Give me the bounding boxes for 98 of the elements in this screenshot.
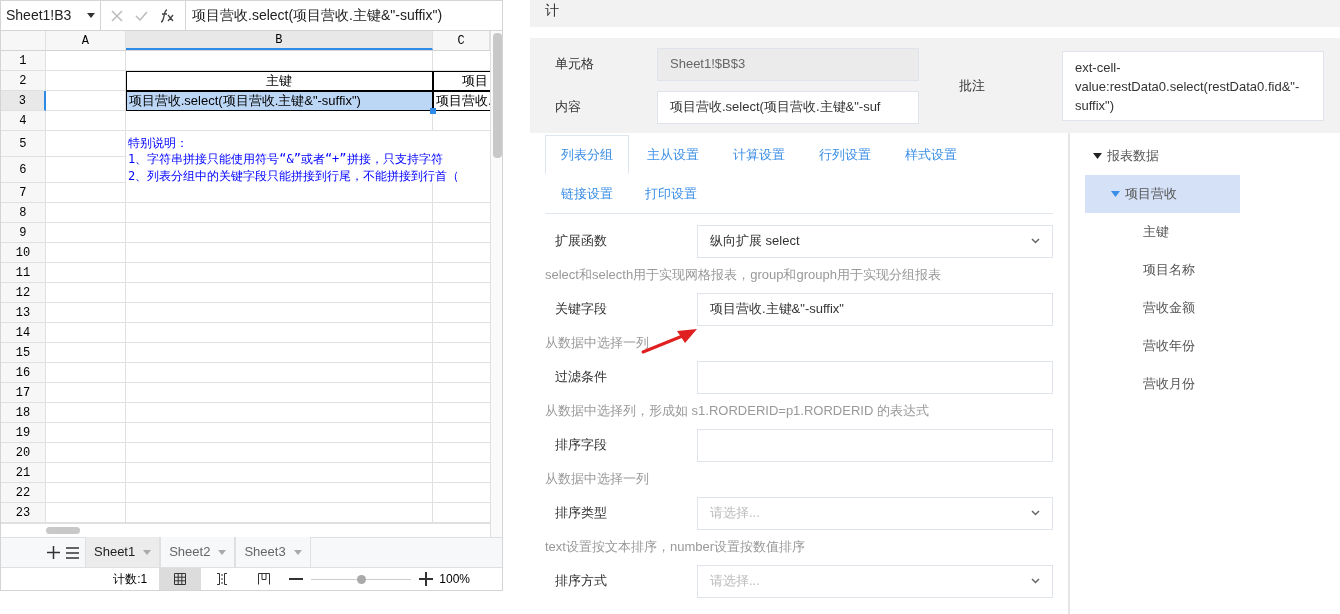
zoom-slider[interactable] xyxy=(311,574,412,584)
plus-icon[interactable] xyxy=(419,572,434,586)
tab[interactable]: 链接设置 xyxy=(545,174,629,213)
tab[interactable]: 打印设置 xyxy=(629,174,713,213)
field-label: 扩展函数 xyxy=(554,232,608,251)
row-header[interactable]: 6 xyxy=(1,157,46,183)
row-header[interactable]: 7 xyxy=(1,183,46,203)
row-header[interactable]: 20 xyxy=(1,443,46,463)
page-layout-icon xyxy=(258,573,271,585)
field-label: 单元格 xyxy=(555,55,595,74)
panel-title: 计 xyxy=(545,1,559,20)
zoom-reading: 100% xyxy=(439,571,470,588)
tree-item[interactable]: 报表数据 xyxy=(1085,137,1240,175)
chevron-icon xyxy=(1031,510,1040,516)
field-label: 排序字段 xyxy=(554,436,608,455)
tree-item[interactable]: 项目营收 xyxy=(1085,175,1240,213)
field-label: 关键字段 xyxy=(554,300,608,319)
field-label: 过滤条件 xyxy=(554,368,608,387)
caret-icon xyxy=(143,549,152,555)
note-text: 特别说明： xyxy=(128,135,188,151)
sheet-tab[interactable]: Sheet2 xyxy=(160,537,236,567)
hint-text: 从数据中选择列，形成如 s1.RORDERID=p1.RORDERID 的表达式 xyxy=(545,402,929,421)
column-header[interactable]: C xyxy=(433,31,490,50)
name-box[interactable]: Sheet1!B3 xyxy=(1,1,101,30)
row-header[interactable]: 13 xyxy=(1,303,46,323)
row-header[interactable]: 17 xyxy=(1,383,46,403)
input-field[interactable] xyxy=(697,360,1053,394)
tree-item[interactable]: 项目名称 xyxy=(1085,251,1240,289)
select-field[interactable]: 纵向扩展 select xyxy=(697,224,1053,258)
caret-icon xyxy=(293,549,302,555)
row-header[interactable]: 11 xyxy=(1,263,46,283)
column-header[interactable]: B xyxy=(125,31,434,50)
tab[interactable]: 样式设置 xyxy=(889,135,973,174)
row-header[interactable]: 12 xyxy=(1,283,46,303)
row-header[interactable]: 5 xyxy=(1,131,46,157)
hint-text: text设置按文本排序，number设置按数值排序 xyxy=(545,538,806,557)
input-field[interactable]: 项目营收.主键&"-suffix" xyxy=(697,292,1053,326)
field-label: 排序类型 xyxy=(554,504,608,523)
fill-handle[interactable] xyxy=(430,108,437,114)
note-text: 2、列表分组中的关键字段只能拼接到行尾，不能拼接到行首（ xyxy=(128,168,460,184)
row-header[interactable]: 21 xyxy=(1,463,46,483)
tab[interactable]: 行列设置 xyxy=(803,135,887,174)
function-icon[interactable] xyxy=(160,8,175,23)
content-field[interactable]: 项目营收.select(项目营收.主键&"-suf xyxy=(657,90,919,124)
row-header[interactable]: 8 xyxy=(1,203,46,223)
caret-icon xyxy=(218,549,227,555)
table-cell[interactable]: 主键 xyxy=(125,71,434,91)
tab[interactable]: 列表分组 xyxy=(545,135,629,174)
count-label: 计数:1 xyxy=(113,571,148,588)
scrollbar-thumb[interactable] xyxy=(46,527,80,534)
row-header[interactable]: 9 xyxy=(1,223,46,243)
input-field[interactable] xyxy=(697,428,1053,462)
field-label: 批注 xyxy=(959,76,986,95)
tree-item[interactable]: 营收金额 xyxy=(1085,289,1240,327)
field-label: 内容 xyxy=(555,98,582,117)
row-header[interactable]: 16 xyxy=(1,363,46,383)
row-header[interactable]: 10 xyxy=(1,243,46,263)
minus-icon[interactable] xyxy=(289,578,304,580)
page-break-icon xyxy=(216,573,229,585)
checkmark-icon[interactable] xyxy=(135,10,148,21)
table-cell[interactable]: 项目 xyxy=(433,71,490,91)
formula-field[interactable]: 项目营收.select(项目营收.主键&"-suffix") xyxy=(185,1,502,30)
row-header[interactable]: 23 xyxy=(1,503,46,523)
caret-icon xyxy=(87,13,95,18)
tab[interactable]: 主从设置 xyxy=(631,135,715,174)
cell-field: Sheet1!$B$3 xyxy=(657,47,919,81)
tree-item[interactable]: 主键 xyxy=(1085,213,1240,251)
row-header[interactable]: 1 xyxy=(1,51,46,71)
row-header[interactable]: 4 xyxy=(1,111,46,131)
tree-item[interactable]: 营收月份 xyxy=(1085,365,1240,403)
row-header[interactable]: 15 xyxy=(1,343,46,363)
row-header[interactable]: 22 xyxy=(1,483,46,503)
corner-cell[interactable] xyxy=(1,31,46,50)
row-header[interactable]: 14 xyxy=(1,323,46,343)
chevron-icon xyxy=(1031,238,1040,244)
tab[interactable]: 计算设置 xyxy=(717,135,801,174)
hint-text: select和selecth用于实现网格报表，group和grouph用于实现分组报表 xyxy=(545,266,941,285)
row-header[interactable]: 18 xyxy=(1,403,46,423)
table-cell[interactable]: 项目营收. xyxy=(433,91,490,111)
expanded-icon[interactable] xyxy=(1093,153,1102,159)
tree-item[interactable]: 营收年份 xyxy=(1085,327,1240,365)
scrollbar-thumb[interactable] xyxy=(493,33,502,158)
row-header[interactable]: 19 xyxy=(1,423,46,443)
menu-icon[interactable] xyxy=(66,546,79,559)
chevron-icon xyxy=(1031,578,1040,584)
grid-icon xyxy=(174,573,187,585)
comment-field[interactable]: ext-cell-value:restData0.select(restData0.fid&"-suffix") xyxy=(1062,50,1324,121)
view-button[interactable] xyxy=(159,567,202,590)
sheet-tab[interactable]: Sheet1 xyxy=(85,537,161,567)
column-header[interactable]: A xyxy=(45,31,126,50)
row-header[interactable]: 3 xyxy=(1,91,46,111)
sheet-tab[interactable]: Sheet3 xyxy=(235,537,311,567)
cancel-icon[interactable] xyxy=(111,9,123,22)
row-header[interactable]: 2 xyxy=(1,71,46,91)
field-label: 排序方式 xyxy=(554,572,608,591)
table-cell[interactable]: 项目营收.select(项目营收.主键&"-suffix") xyxy=(125,91,434,111)
note-text: 1、字符串拼接只能使用符号“&”或者“+”拼接，只支持字符 xyxy=(128,151,443,167)
add-icon[interactable] xyxy=(47,546,60,559)
